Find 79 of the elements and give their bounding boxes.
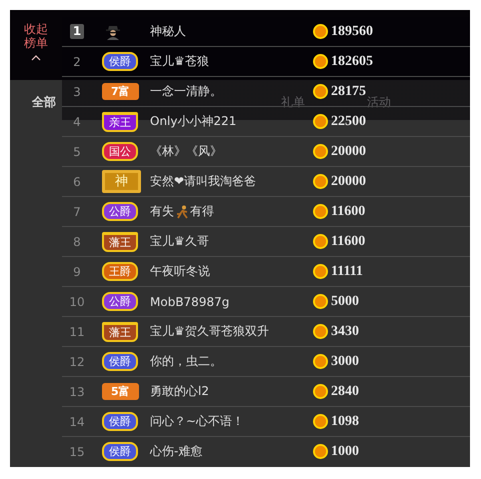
rank-title-badge: 侯爵 (102, 412, 138, 431)
rank-number: 5 (73, 144, 81, 158)
coin-icon (313, 144, 328, 159)
rank-title-badge: 王爵 (102, 262, 138, 281)
anonymous-user-icon (105, 24, 121, 40)
user-name: 有失 有得 (150, 203, 215, 220)
rank-number: 14 (69, 414, 85, 428)
coin-amount: 182605 (331, 54, 373, 70)
coin-amount: 5000 (331, 294, 359, 310)
rank-title-badge: 公爵 (102, 292, 138, 311)
coin-icon (313, 324, 328, 339)
rank-number: 4 (73, 114, 81, 128)
rank-title-badge: 侯爵 (102, 52, 138, 71)
rank-number: 15 (69, 444, 85, 458)
coin-amount: 22500 (331, 114, 366, 130)
user-name: 心伤-难愈 (150, 443, 204, 460)
user-name: 宝儿♛久哥 (150, 233, 210, 250)
user-name: 神秘人 (150, 23, 187, 40)
coin-amount: 11111 (331, 264, 363, 280)
rank-title-badge: 国公 (102, 142, 138, 161)
coin-amount: 20000 (331, 144, 366, 160)
coin-icon (313, 234, 328, 249)
user-name: 勇敢的心l2 (150, 383, 210, 400)
coin-icon (313, 354, 328, 369)
user-name: 问心？~心不语！ (150, 413, 246, 430)
user-name: 宝儿♛贺久哥苍狼双升 (150, 323, 270, 340)
coin-amount: 3430 (331, 324, 359, 340)
user-name: 安然❤请叫我淘爸爸 (150, 173, 258, 190)
coin-amount: 2840 (331, 384, 359, 400)
running-figure-icon (175, 204, 189, 218)
rank-title-badge: 藩王 (102, 232, 138, 252)
coin-icon (313, 294, 328, 309)
rank-title-badge: 侯爵 (102, 352, 138, 371)
coin-icon (313, 174, 328, 189)
coin-amount: 3000 (331, 354, 359, 370)
rank-number: 3 (73, 84, 81, 98)
rank-number: 6 (73, 174, 81, 188)
coin-amount: 189560 (331, 24, 373, 40)
rank-number: 9 (73, 264, 81, 278)
user-name: MobB78987g (150, 294, 230, 308)
coin-amount: 11600 (331, 204, 366, 220)
coin-icon (313, 444, 328, 459)
rank-number: 11 (69, 324, 85, 338)
rank-number: 12 (69, 354, 85, 368)
rank-badge: 1 (70, 24, 84, 39)
rank-number: 8 (73, 234, 81, 248)
coin-icon (313, 204, 328, 219)
tab[interactable]: 全部 (32, 94, 56, 111)
coin-icon (313, 264, 328, 279)
rank-number: 2 (73, 54, 81, 68)
coin-icon (313, 24, 328, 39)
user-name: 午夜听冬说 (150, 263, 211, 280)
rank-number: 7 (73, 204, 81, 218)
user-name: 《林》《风》 (150, 143, 223, 160)
coin-icon (313, 414, 328, 429)
coin-amount: 1000 (331, 444, 359, 460)
coin-amount: 20000 (331, 174, 366, 190)
coin-amount: 11600 (331, 234, 366, 250)
rank-title-badge: 侯爵 (102, 442, 138, 461)
rank-title-badge: 藩王 (102, 322, 138, 342)
rank-number: 13 (69, 384, 85, 398)
user-name: 一念一清静。 (150, 83, 223, 100)
user-name: 宝儿♛苍狼 (150, 53, 210, 70)
collapse-button[interactable]: 收起榜单 (10, 10, 62, 80)
user-name: 你的，虫二。 (150, 353, 223, 370)
coin-icon (313, 384, 328, 399)
coin-amount: 28175 (331, 84, 366, 100)
rank-title-badge: 7富 (102, 83, 139, 100)
coin-amount: 1098 (331, 414, 359, 430)
coin-icon (313, 54, 328, 69)
caret-icon (31, 54, 41, 61)
user-name: Only小小神221 (150, 113, 238, 130)
rank-title-badge: 公爵 (102, 202, 138, 221)
coin-icon (313, 114, 328, 129)
rank-number: 10 (69, 294, 85, 308)
rank-title-badge: 5富 (102, 383, 139, 400)
coin-icon (313, 84, 328, 99)
rank-title-badge: 亲王 (102, 112, 138, 132)
rank-title-badge: 神 (102, 170, 141, 193)
